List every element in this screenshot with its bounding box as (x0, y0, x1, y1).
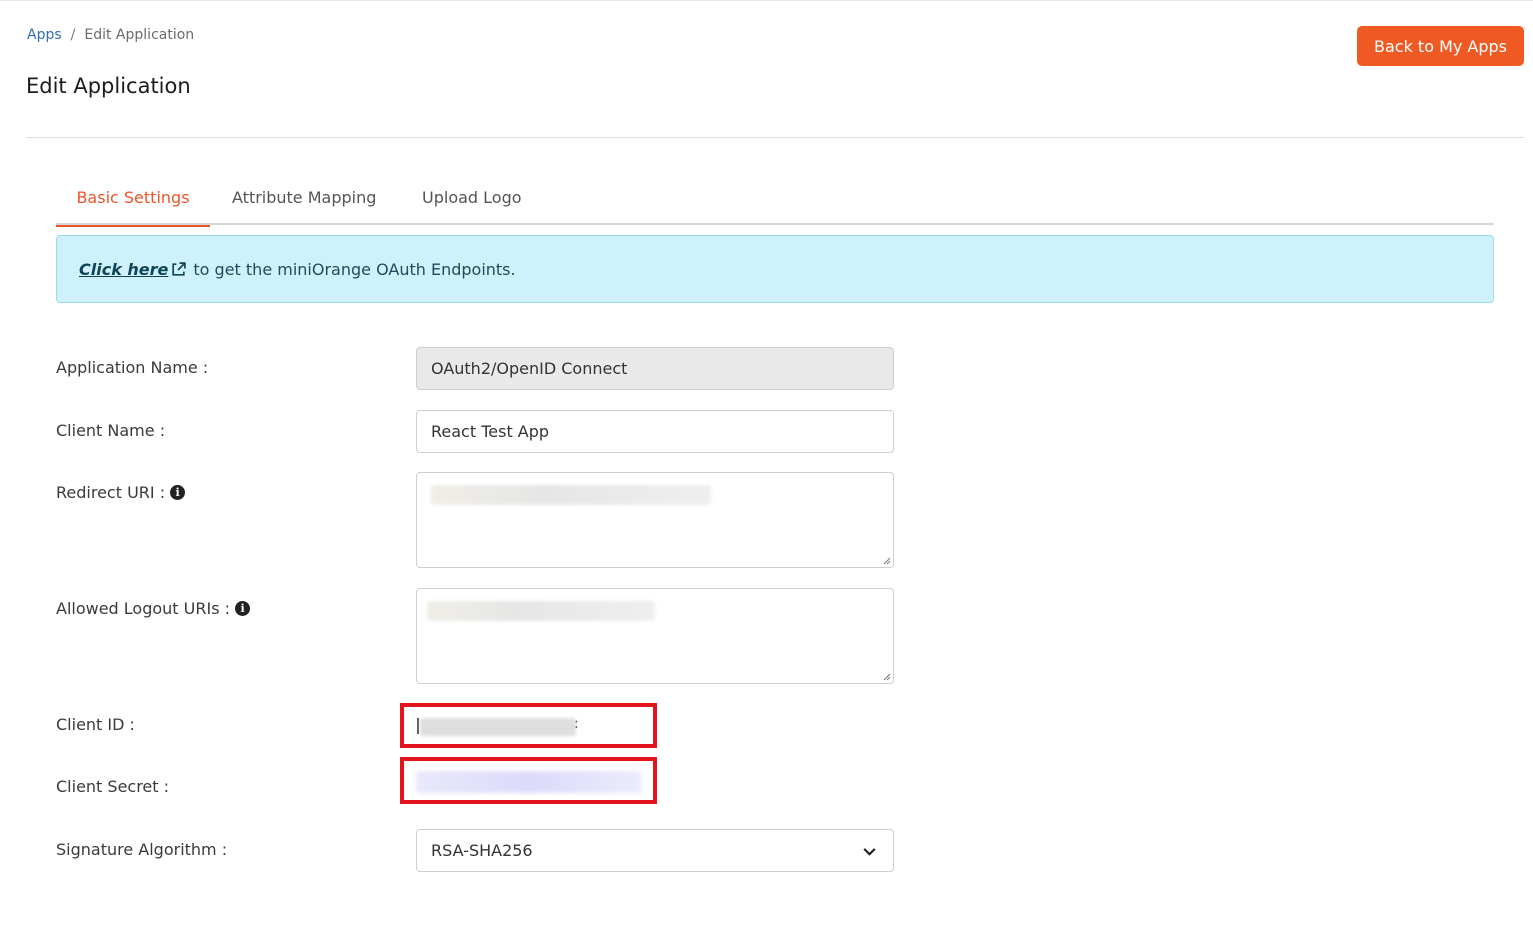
resize-grip-icon[interactable] (882, 556, 891, 565)
header-divider (26, 137, 1524, 138)
client-id-trailing-mark: : (574, 716, 579, 732)
client-id-highlight-box: : (400, 703, 657, 748)
logout-uris-textarea[interactable] (416, 588, 894, 684)
redirect-uri-textarea[interactable] (416, 472, 894, 568)
client-name-label: Client Name : (56, 421, 165, 440)
client-secret-highlight-box (400, 757, 657, 804)
banner-text: to get the miniOrange OAuth Endpoints. (193, 259, 516, 279)
client-name-input[interactable]: React Test App (416, 410, 894, 453)
application-name-label-text: Application Name : (56, 358, 209, 377)
tab-bar: Basic Settings Attribute Mapping Upload … (56, 178, 1494, 227)
application-name-value: OAuth2/OpenID Connect (431, 359, 628, 378)
client-name-label-text: Client Name : (56, 421, 166, 440)
back-to-my-apps-button[interactable]: Back to My Apps (1357, 26, 1524, 66)
client-id-label-text: Client ID : (56, 715, 135, 734)
logout-uris-info-icon[interactable]: i (235, 601, 251, 616)
signature-algorithm-value: RSA-SHA256 (431, 841, 533, 860)
client-secret-label: Client Secret : (56, 777, 169, 796)
client-secret-redacted-value (416, 771, 642, 793)
external-link-icon (172, 261, 187, 276)
signature-algorithm-select[interactable]: RSA-SHA256 (416, 829, 894, 872)
logout-uris-label-text: Allowed Logout URIs : (56, 599, 231, 618)
breadcrumb-current: Edit Application (84, 27, 195, 43)
application-name-label: Application Name : (56, 358, 208, 377)
resize-grip-icon[interactable] (882, 672, 891, 681)
tab-basic-settings[interactable]: Basic Settings (56, 178, 210, 227)
breadcrumb: Apps / Edit Application (27, 27, 194, 43)
redirect-uri-redacted-value (431, 485, 711, 505)
page-title: Edit Application (26, 74, 191, 98)
top-border (0, 0, 1533, 1)
redirect-uri-label: Redirect URI : i (56, 483, 186, 502)
tab-attribute-mapping[interactable]: Attribute Mapping (232, 178, 376, 225)
signature-algorithm-label-text: Signature Algorithm : (56, 840, 228, 859)
breadcrumb-apps-link[interactable]: Apps (27, 27, 62, 43)
tab-upload-logo[interactable]: Upload Logo (422, 178, 522, 225)
logout-uris-label: Allowed Logout URIs : i (56, 599, 251, 618)
client-id-label: Client ID : (56, 715, 135, 734)
client-id-redacted-value (420, 718, 576, 736)
client-secret-label-text: Client Secret : (56, 777, 170, 796)
redirect-uri-info-icon[interactable]: i (170, 485, 186, 500)
breadcrumb-separator: / (70, 27, 76, 43)
signature-algorithm-label: Signature Algorithm : (56, 840, 227, 859)
chevron-down-icon (863, 848, 876, 856)
client-id-cursor (417, 718, 419, 734)
application-name-field: OAuth2/OpenID Connect (416, 347, 894, 390)
endpoints-info-banner: Click here to get the miniOrange OAuth E… (56, 235, 1494, 303)
endpoints-link[interactable]: Click here (79, 260, 187, 279)
logout-uris-redacted-value (427, 601, 655, 621)
endpoints-link-label: Click here (79, 259, 169, 279)
redirect-uri-label-text: Redirect URI : (56, 483, 166, 502)
client-name-value: React Test App (431, 422, 550, 441)
